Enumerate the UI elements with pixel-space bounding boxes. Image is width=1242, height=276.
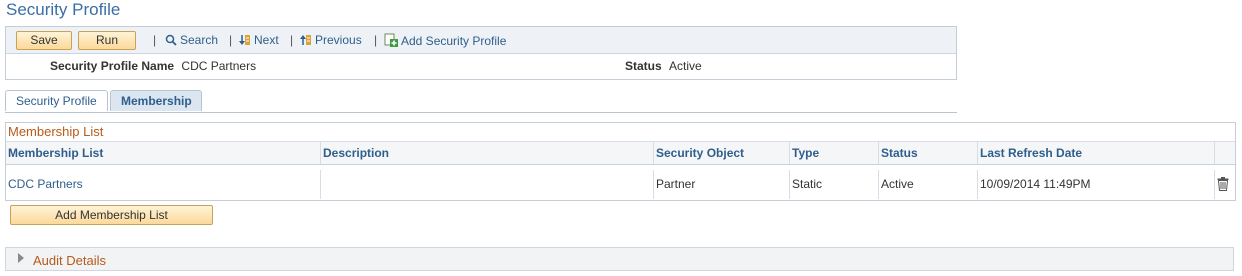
membership-grid: Membership List Membership List Descript… <box>5 122 1236 201</box>
status-value: Active <box>669 59 702 73</box>
run-button[interactable]: Run <box>78 31 136 50</box>
profile-name-value: CDC Partners <box>181 59 257 73</box>
add-security-profile-link[interactable]: Add Security Profile <box>384 33 506 48</box>
column-header[interactable]: Membership List <box>6 142 320 164</box>
last-refresh-cell: 10/09/2014 11:49PM <box>977 170 1214 199</box>
column-header[interactable]: Description <box>320 142 653 164</box>
add-icon <box>384 33 398 47</box>
description-cell <box>320 170 653 199</box>
type-cell: Static <box>789 170 878 199</box>
page-title: Security Profile <box>6 0 121 19</box>
previous-icon <box>300 35 311 45</box>
next-link[interactable]: Next <box>239 33 279 47</box>
column-header-delete <box>1214 142 1235 164</box>
profile-header-panel: Save Run | Search | Next | Previous | Ad… <box>5 26 957 80</box>
column-header[interactable]: Last Refresh Date <box>977 142 1214 164</box>
toolbar: Save Run | Search | Next | Previous | Ad… <box>6 27 956 54</box>
table-row: CDC Partners Partner Static Active 10/09… <box>6 170 1235 199</box>
save-button[interactable]: Save <box>16 31 72 50</box>
toolbar-separator: | <box>374 33 378 47</box>
search-link[interactable]: Search <box>165 33 218 47</box>
toolbar-separator: | <box>153 33 157 47</box>
profile-name-label: Security Profile Name <box>50 59 175 73</box>
previous-link[interactable]: Previous <box>300 33 362 47</box>
toolbar-separator: | <box>290 33 294 47</box>
add-security-profile-label: Add Security Profile <box>401 34 507 48</box>
grid-header: Membership List Description Security Obj… <box>6 141 1235 165</box>
audit-details-label: Audit Details <box>33 253 106 268</box>
membership-list-link[interactable]: CDC Partners <box>6 170 320 199</box>
grid-title: Membership List <box>8 124 104 139</box>
audit-details-section[interactable]: Audit Details <box>5 247 1234 271</box>
status-field: Status Active <box>625 59 702 73</box>
profile-name-field: Security Profile Name CDC Partners <box>50 59 256 73</box>
next-icon <box>239 35 250 45</box>
previous-label: Previous <box>315 33 362 47</box>
add-membership-list-button[interactable]: Add Membership List <box>10 205 213 225</box>
expand-arrow-icon <box>18 253 24 263</box>
next-label: Next <box>254 33 279 47</box>
trash-icon[interactable] <box>1217 177 1229 191</box>
status-cell: Active <box>878 170 977 199</box>
search-icon <box>165 34 177 46</box>
tab-bar: Security Profile Membership <box>5 90 957 113</box>
toolbar-separator: | <box>229 33 233 47</box>
tab-membership[interactable]: Membership <box>110 90 202 111</box>
search-label: Search <box>180 33 219 47</box>
column-header[interactable]: Security Object <box>653 142 789 164</box>
column-header[interactable]: Type <box>789 142 878 164</box>
column-header[interactable]: Status <box>878 142 977 164</box>
security-object-cell: Partner <box>653 170 789 199</box>
tab-security-profile[interactable]: Security Profile <box>5 90 108 111</box>
status-label: Status <box>625 59 662 73</box>
